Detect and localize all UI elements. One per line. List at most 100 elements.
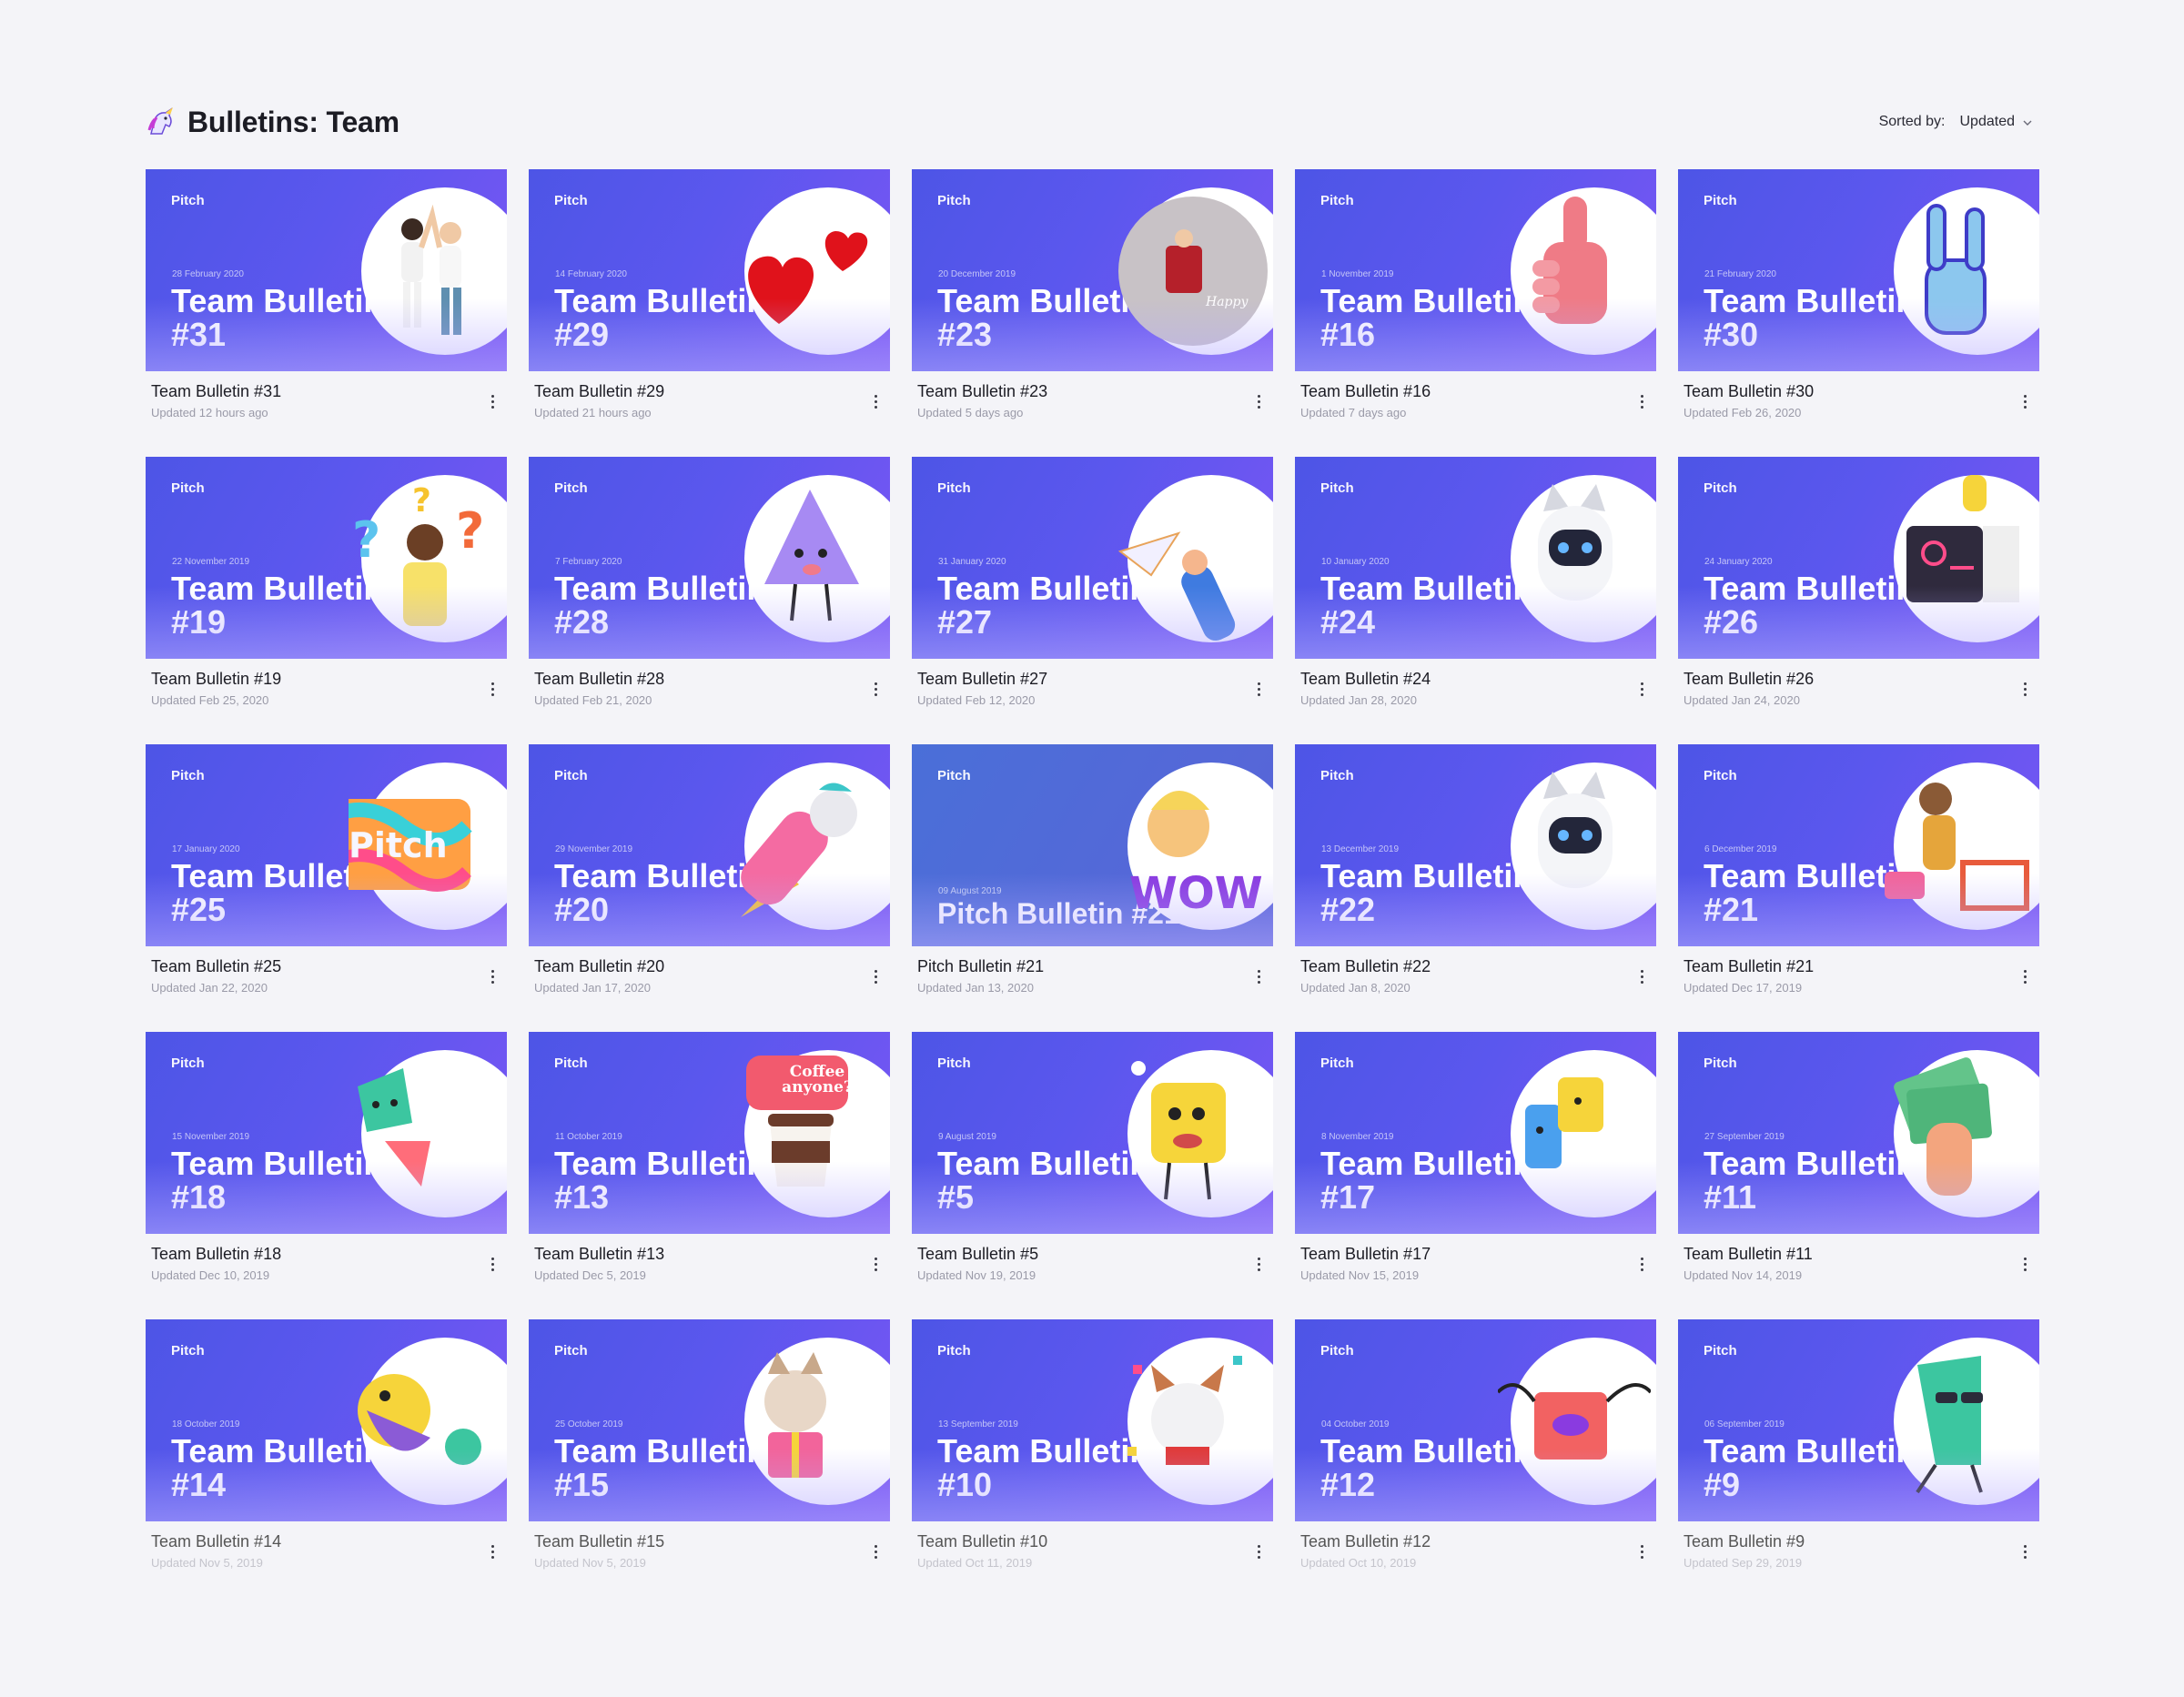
bulletin-card[interactable]: Pitch 06 September 2019 Team Bulletin #9… (1678, 1319, 2039, 1581)
more-options-icon[interactable] (483, 963, 501, 990)
more-options-icon[interactable] (2016, 1538, 2034, 1565)
bulletin-card[interactable]: Pitch 22 November 2019 Team Bulletin #19… (146, 457, 507, 719)
more-options-icon[interactable] (866, 1250, 885, 1278)
more-options-icon[interactable] (866, 1538, 885, 1565)
bulletin-card[interactable]: Pitch 18 October 2019 Team Bulletin #14 … (146, 1319, 507, 1581)
more-options-icon[interactable] (2016, 675, 2034, 702)
bulletin-card[interactable]: Pitch 20 December 2019 Team Bulletin #23… (912, 169, 1273, 431)
bulletin-thumbnail[interactable]: Pitch 06 September 2019 Team Bulletin #9 (1678, 1319, 2039, 1521)
bulletin-thumbnail[interactable]: Pitch 27 September 2019 Team Bulletin #1… (1678, 1032, 2039, 1234)
card-meta: Team Bulletin #30 Updated Feb 26, 2020 (1678, 371, 2039, 431)
bulletin-thumbnail[interactable]: Pitch 1 November 2019 Team Bulletin #16 (1295, 169, 1656, 371)
thumbnail-date: 9 August 2019 (938, 1132, 996, 1142)
bulletin-card[interactable]: Pitch 14 February 2020 Team Bulletin #29… (529, 169, 890, 431)
bulletin-card[interactable]: Pitch 17 January 2020 Team Bulletin #25 … (146, 744, 507, 1006)
bulletin-card[interactable]: Pitch 31 January 2020 Team Bulletin #27 … (912, 457, 1273, 719)
bulletin-thumbnail[interactable]: Pitch 04 October 2019 Team Bulletin #12 (1295, 1319, 1656, 1521)
sort-dropdown[interactable]: Updated (1960, 114, 2034, 130)
more-options-icon[interactable] (1249, 963, 1268, 990)
bulletin-thumbnail[interactable]: Pitch 9 August 2019 Team Bulletin #5 (912, 1032, 1273, 1234)
bulletin-thumbnail[interactable]: Pitch 31 January 2020 Team Bulletin #27 (912, 457, 1273, 659)
bulletin-card[interactable]: Pitch 25 October 2019 Team Bulletin #15 … (529, 1319, 890, 1581)
bulletin-card[interactable]: Pitch 04 October 2019 Team Bulletin #12 … (1295, 1319, 1656, 1581)
more-options-icon[interactable] (866, 963, 885, 990)
pitch-logo: Pitch (1704, 1343, 1737, 1359)
bulletin-card[interactable]: Pitch 1 November 2019 Team Bulletin #16 … (1295, 169, 1656, 431)
thumbnail-date: 28 February 2020 (172, 269, 244, 279)
bulletin-card[interactable]: Pitch 10 January 2020 Team Bulletin #24 … (1295, 457, 1656, 719)
more-options-icon[interactable] (1633, 675, 1651, 702)
pitch-logo: Pitch (554, 1056, 588, 1071)
page-header: Bulletins: Team Sorted by: Updated (146, 98, 2040, 146)
bulletin-thumbnail[interactable]: Pitch 8 November 2019 Team Bulletin #17 (1295, 1032, 1656, 1234)
more-options-icon[interactable] (866, 388, 885, 415)
bulletin-card[interactable]: Pitch 24 January 2020 Team Bulletin #26 … (1678, 457, 2039, 719)
bulletin-thumbnail[interactable]: Pitch 24 January 2020 Team Bulletin #26 (1678, 457, 2039, 659)
bulletin-thumbnail[interactable]: Pitch 28 February 2020 Team Bulletin #31 (146, 169, 507, 371)
thumbnail-date: 13 December 2019 (1321, 844, 1400, 854)
card-updated: Updated Dec 10, 2019 (151, 1268, 270, 1282)
bulletin-card[interactable]: Pitch 29 November 2019 Team Bulletin #20… (529, 744, 890, 1006)
more-options-icon[interactable] (2016, 963, 2034, 990)
bulletin-thumbnail[interactable]: Pitch 25 October 2019 Team Bulletin #15 (529, 1319, 890, 1521)
bulletin-card[interactable]: Pitch 21 February 2020 Team Bulletin #30… (1678, 169, 2039, 431)
bulletin-thumbnail[interactable]: Pitch 29 November 2019 Team Bulletin #20 (529, 744, 890, 946)
bulletin-thumbnail[interactable]: Pitch 7 February 2020 Team Bulletin #28 (529, 457, 890, 659)
more-options-icon[interactable] (483, 1250, 501, 1278)
card-title: Team Bulletin #27 (917, 670, 1048, 688)
bulletin-thumbnail[interactable]: Pitch 20 December 2019 Team Bulletin #23… (912, 169, 1273, 371)
svg-text:?: ? (412, 482, 431, 520)
card-title: Team Bulletin #10 (917, 1532, 1048, 1551)
card-title: Team Bulletin #9 (1684, 1532, 1805, 1551)
bulletin-card[interactable]: Pitch 15 November 2019 Team Bulletin #18… (146, 1032, 507, 1294)
card-title: Team Bulletin #28 (534, 670, 665, 688)
bulletin-thumbnail[interactable]: Pitch 09 August 2019 Pitch Bulletin #21 … (912, 744, 1273, 946)
more-options-icon[interactable] (1249, 1250, 1268, 1278)
more-options-icon[interactable] (1249, 675, 1268, 702)
bulletin-card[interactable]: Pitch 6 December 2019 Team Bulletin #21 … (1678, 744, 2039, 1006)
thumbnail-date: 8 November 2019 (1321, 1132, 1394, 1142)
thumbnail-date: 09 August 2019 (938, 886, 1002, 896)
bulletin-thumbnail[interactable]: Pitch 13 September 2019 Team Bulletin #1… (912, 1319, 1273, 1521)
bulletin-card[interactable]: Pitch 11 October 2019 Team Bulletin #13 … (529, 1032, 890, 1294)
bulletin-card[interactable]: Pitch 28 February 2020 Team Bulletin #31… (146, 169, 507, 431)
bulletin-thumbnail[interactable]: Pitch 21 February 2020 Team Bulletin #30 (1678, 169, 2039, 371)
svg-text:Pitch: Pitch (349, 825, 448, 865)
bulletin-thumbnail[interactable]: Pitch 14 February 2020 Team Bulletin #29 (529, 169, 890, 371)
bulletin-thumbnail[interactable]: Pitch 15 November 2019 Team Bulletin #18 (146, 1032, 507, 1234)
more-options-icon[interactable] (483, 388, 501, 415)
more-options-icon[interactable] (483, 675, 501, 702)
pitch-logo: Pitch (554, 768, 588, 783)
bulletin-thumbnail[interactable]: Pitch 10 January 2020 Team Bulletin #24 (1295, 457, 1656, 659)
more-options-icon[interactable] (1633, 1538, 1651, 1565)
card-title: Pitch Bulletin #21 (917, 957, 1045, 975)
card-meta: Team Bulletin #29 Updated 21 hours ago (529, 371, 890, 431)
thumbnail-date: 7 February 2020 (555, 557, 622, 567)
bulletin-card[interactable]: Pitch 09 August 2019 Pitch Bulletin #21 … (912, 744, 1273, 1006)
bulletin-thumbnail[interactable]: Pitch 6 December 2019 Team Bulletin #21 (1678, 744, 2039, 946)
bulletin-thumbnail[interactable]: Pitch 17 January 2020 Team Bulletin #25 … (146, 744, 507, 946)
more-options-icon[interactable] (483, 1538, 501, 1565)
more-options-icon[interactable] (2016, 388, 2034, 415)
bulletin-thumbnail[interactable]: Pitch 13 December 2019 Team Bulletin #22 (1295, 744, 1656, 946)
more-options-icon[interactable] (1249, 1538, 1268, 1565)
more-options-icon[interactable] (1249, 388, 1268, 415)
more-options-icon[interactable] (2016, 1250, 2034, 1278)
more-options-icon[interactable] (1633, 1250, 1651, 1278)
card-updated: Updated Nov 19, 2019 (917, 1268, 1036, 1282)
bulletin-card[interactable]: Pitch 13 September 2019 Team Bulletin #1… (912, 1319, 1273, 1581)
bulletin-card[interactable]: Pitch 8 November 2019 Team Bulletin #17 … (1295, 1032, 1656, 1294)
bulletin-thumbnail[interactable]: Pitch 11 October 2019 Team Bulletin #13 … (529, 1032, 890, 1234)
bulletin-thumbnail[interactable]: Pitch 22 November 2019 Team Bulletin #19… (146, 457, 507, 659)
bulletin-card[interactable]: Pitch 9 August 2019 Team Bulletin #5 Tea… (912, 1032, 1273, 1294)
bulletin-thumbnail[interactable]: Pitch 18 October 2019 Team Bulletin #14 (146, 1319, 507, 1521)
thumbnail-date: 29 November 2019 (555, 844, 633, 854)
card-updated: Updated Jan 28, 2020 (1300, 693, 1417, 707)
robot-cat-icon (1498, 475, 1651, 642)
bulletin-card[interactable]: Pitch 13 December 2019 Team Bulletin #22… (1295, 744, 1656, 1006)
more-options-icon[interactable] (1633, 963, 1651, 990)
more-options-icon[interactable] (1633, 388, 1651, 415)
bulletin-card[interactable]: Pitch 27 September 2019 Team Bulletin #1… (1678, 1032, 2039, 1294)
bulletin-card[interactable]: Pitch 7 February 2020 Team Bulletin #28 … (529, 457, 890, 719)
more-options-icon[interactable] (866, 675, 885, 702)
